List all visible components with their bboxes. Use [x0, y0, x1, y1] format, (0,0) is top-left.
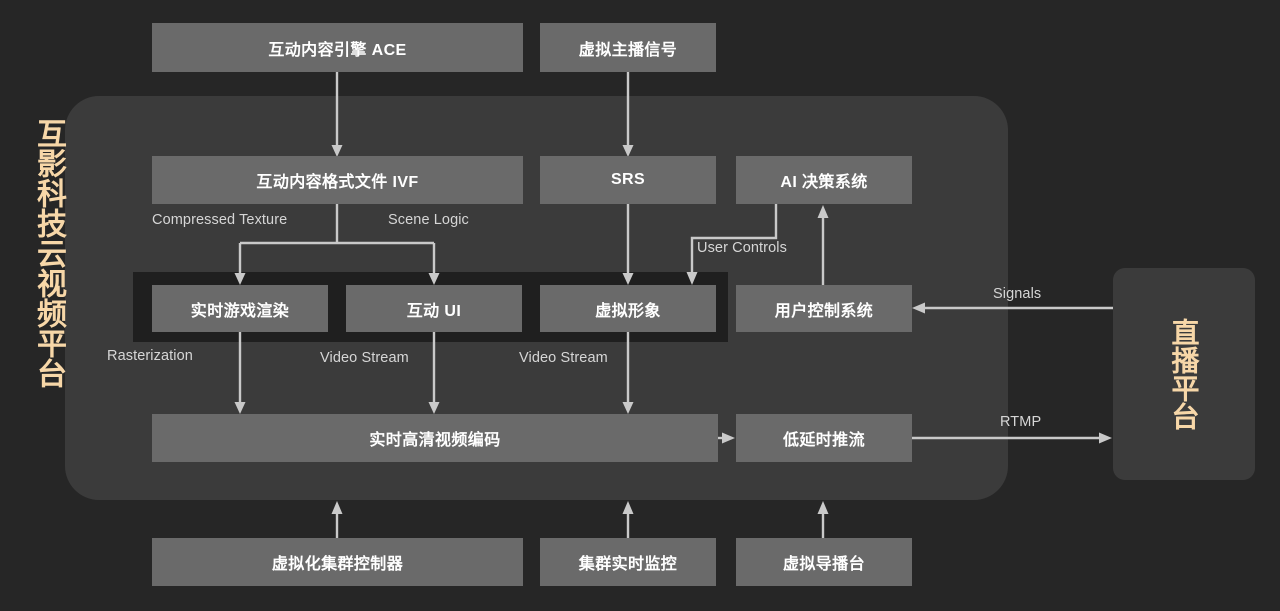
- edge-label-user-controls: User Controls: [697, 240, 787, 256]
- node-cluster-realtime-monitor[interactable]: 集群实时监控: [540, 538, 716, 586]
- edge-label-rasterization: Rasterization: [107, 348, 193, 364]
- node-realtime-hd-encoder[interactable]: 实时高清视频编码: [152, 414, 718, 462]
- node-label: AI 决策系统: [780, 174, 868, 191]
- node-label: 用户控制系统: [774, 302, 874, 320]
- brand-title: 互影科技云视频平台: [32, 118, 65, 388]
- node-label: 互动内容引擎 ACE: [268, 41, 407, 59]
- edge-virtual-director-up: [817, 501, 829, 538]
- node-label: 实时游戏渲染: [190, 302, 290, 320]
- node-low-latency-push[interactable]: 低延时推流: [736, 414, 912, 462]
- node-label: 集群实时监控: [578, 556, 678, 573]
- edge-label-rtmp: RTMP: [1000, 414, 1042, 430]
- node-label: 实时高清视频编码: [369, 432, 501, 449]
- edge-cluster-monitor-up: [622, 501, 634, 538]
- node-srs[interactable]: SRS: [540, 156, 716, 204]
- node-virtual-avatar[interactable]: 虚拟形象: [540, 285, 716, 332]
- node-label: 虚拟形象: [595, 302, 661, 320]
- node-label: 虚拟主播信号: [578, 41, 678, 59]
- node-ivf-file[interactable]: 互动内容格式文件 IVF: [152, 156, 523, 204]
- edge-label-signals: Signals: [993, 286, 1042, 302]
- node-label: SRS: [610, 171, 646, 188]
- node-interactive-content-engine[interactable]: 互动内容引擎 ACE: [152, 23, 523, 72]
- node-virtual-anchor-signal[interactable]: 虚拟主播信号: [540, 23, 716, 72]
- node-label: 低延时推流: [782, 432, 865, 449]
- node-label: 虚拟导播台: [782, 556, 865, 573]
- node-label: 互动 UI: [406, 302, 462, 320]
- node-label: 直播平台: [1168, 318, 1200, 430]
- edge-label-compressed-texture: Compressed Texture: [152, 212, 288, 228]
- node-virtual-director-station[interactable]: 虚拟导播台: [736, 538, 912, 586]
- node-interactive-ui[interactable]: 互动 UI: [346, 285, 522, 332]
- node-virtual-cluster-controller[interactable]: 虚拟化集群控制器: [152, 538, 523, 586]
- node-ai-decision-system[interactable]: AI 决策系统: [736, 156, 912, 204]
- node-label: 互动内容格式文件 IVF: [256, 174, 419, 191]
- node-realtime-game-render[interactable]: 实时游戏渲染: [152, 285, 328, 332]
- node-live-platform[interactable]: 直播平台: [1113, 268, 1255, 480]
- edge-label-scene-logic: Scene Logic: [388, 212, 469, 228]
- node-label: 虚拟化集群控制器: [271, 556, 404, 573]
- node-user-control-system[interactable]: 用户控制系统: [736, 285, 912, 332]
- edge-label-video-stream-avatar: Video Stream: [519, 350, 608, 366]
- diagram-canvas: 互影科技云视频平台 互动内容引擎 ACE 虚拟主播信号 互动内容格式文件 IVF…: [0, 0, 1280, 611]
- edge-cluster-controller-up: [331, 501, 343, 538]
- edge-label-video-stream-ui: Video Stream: [320, 350, 409, 366]
